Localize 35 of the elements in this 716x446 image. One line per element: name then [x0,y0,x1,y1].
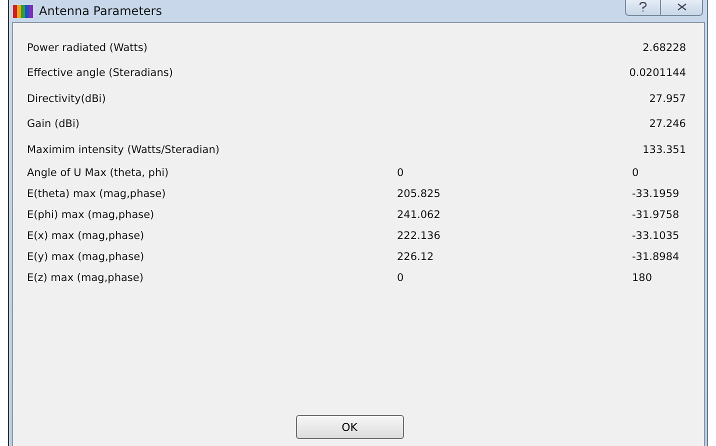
parameter-value: 226.12 [397,251,435,263]
ok-button[interactable]: OK [296,415,404,439]
parameter-value: -33.1035 [632,230,680,242]
parameter-value: 0 [632,167,639,179]
help-icon [639,2,647,12]
parameter-value: -31.9758 [632,209,680,221]
parameter-value: 2.68228 [642,42,686,54]
parameter-value: 133.351 [642,144,686,156]
parameter-label: Gain (dBi) [27,118,80,130]
close-icon [676,3,686,11]
window-title: Antenna Parameters [39,4,162,18]
parameter-label: Angle of U Max (theta, phi) [27,167,170,179]
parameter-label: Maximim intensity (Watts/Steradian) [27,144,220,156]
parameter-value: 27.957 [649,92,686,105]
parameter-value: -33.1959 [632,188,680,200]
parameter-label: Effective angle (Steradians) [27,67,174,80]
parameter-value: -31.8984 [632,251,680,263]
parameter-value: 205.825 [397,188,442,200]
parameter-label: Power radiated (Watts) [27,42,148,54]
parameter-label: E(x) max (mag,phase) [27,230,146,242]
parameter-label: E(phi) max (mag,phase) [27,209,156,221]
parameter-value: 0.0201144 [629,67,686,80]
parameter-label: E(y) max (mag,phase) [27,251,146,263]
parameter-label: E(z) max (mag,phase) [27,272,144,284]
parameter-value: 0 [397,167,405,179]
parameter-label: Directivity(dBi) [27,92,107,105]
parameter-label: E(theta) max (mag,phase) [27,188,167,200]
help-button[interactable] [625,0,661,16]
parameter-value: 241.062 [397,209,442,221]
parameter-value: 0 [397,272,405,284]
parameter-value: 222.136 [397,230,442,242]
close-button[interactable] [661,0,703,16]
parameter-value: 27.246 [649,118,686,130]
color-bars-icon [13,4,33,18]
parameter-value: 180 [632,272,652,284]
